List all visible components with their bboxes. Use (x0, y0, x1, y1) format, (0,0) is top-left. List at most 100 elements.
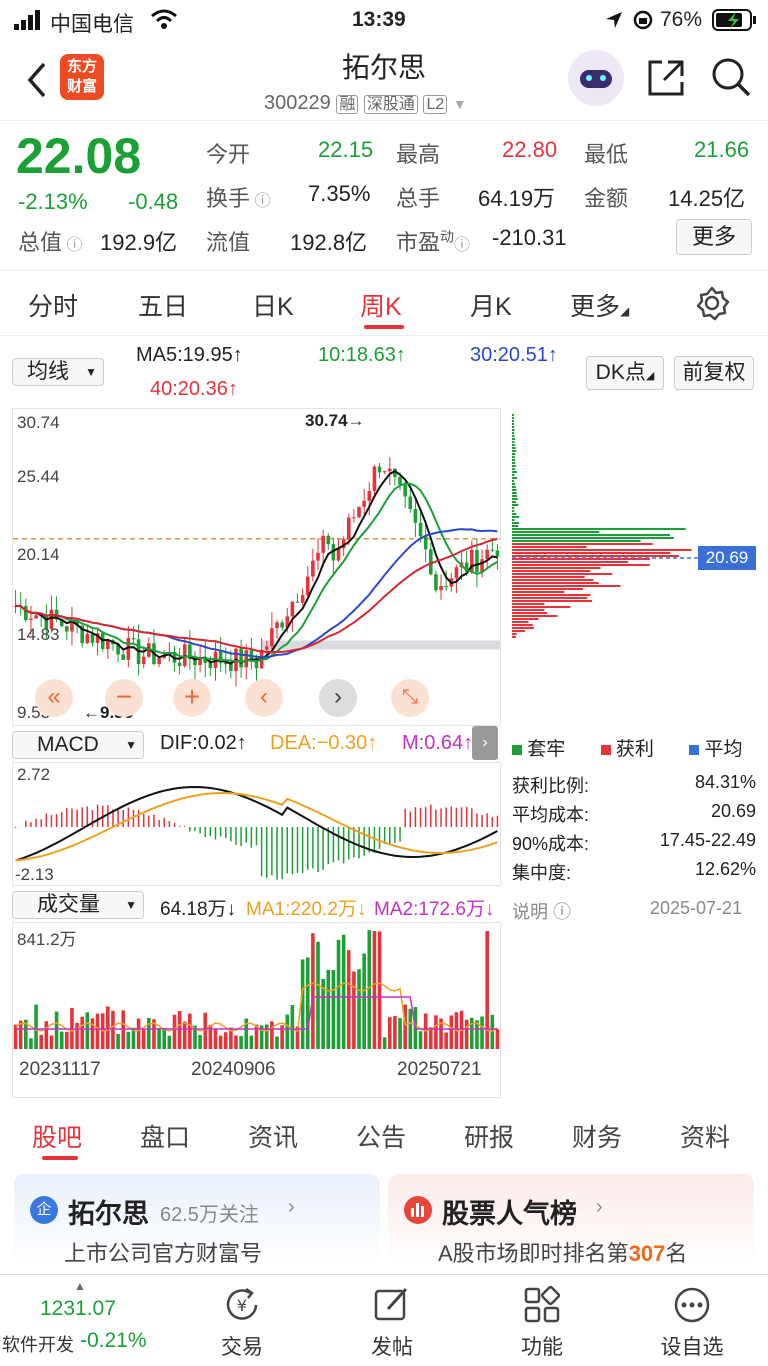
zoom-out-far-button[interactable]: « (35, 679, 73, 717)
share-icon[interactable] (646, 58, 686, 98)
tab-five-day[interactable]: 五日 (138, 287, 188, 323)
volume-bar (470, 1017, 474, 1049)
volume-bar (65, 1031, 69, 1049)
chip-bar (512, 483, 516, 485)
candle-body (413, 508, 418, 523)
chip-bar (512, 636, 516, 638)
macd-selector[interactable]: MACD ▼ (12, 731, 144, 759)
chip-bar (512, 570, 591, 572)
market-cap-label[interactable]: 总值 ⓘ (18, 225, 82, 257)
apps-icon[interactable] (522, 1285, 562, 1325)
tab-market-depth[interactable]: 盘口 (140, 1118, 190, 1154)
apps-label[interactable]: 功能 (492, 1331, 592, 1361)
search-icon[interactable] (710, 56, 752, 98)
macd-panel[interactable]: 2.72 -2.13 (12, 762, 501, 886)
volume-bar (352, 971, 356, 1049)
chip-note[interactable]: 说明 ⓘ (512, 898, 571, 924)
market-cap-value: 192.9亿 (100, 230, 178, 255)
sector-change[interactable]: -0.21% (80, 1329, 147, 1353)
tab-intraday[interactable]: 分时 (28, 287, 78, 323)
chip-bar (512, 471, 517, 473)
post-icon[interactable] (372, 1285, 412, 1325)
y-tick-2: 25.44 (17, 467, 60, 486)
level2-tag: L2 (423, 95, 448, 114)
pe-label[interactable]: 市盈动ⓘ (396, 225, 470, 257)
adjust-button[interactable]: 前复权 (674, 356, 754, 390)
tab-announcements[interactable]: 公告 (356, 1118, 406, 1154)
legend-average: 平均 (689, 739, 742, 760)
watchlist-label[interactable]: 设自选 (642, 1331, 742, 1361)
official-account-card[interactable]: 企 拓尔思 62.5万关注 › 上市公司官方财富号 (14, 1174, 380, 1268)
gear-icon[interactable] (694, 285, 730, 321)
more-dots-icon[interactable] (672, 1285, 712, 1325)
chip-bar (512, 465, 516, 467)
carrier: 中国电信 (50, 13, 134, 36)
y-tick-top: 30.74 (17, 413, 60, 432)
chip-bar (512, 417, 515, 419)
tab-finance[interactable]: 财务 (572, 1118, 622, 1154)
volume-bar (239, 1036, 243, 1049)
volume-panel[interactable]: 841.2万 20231117 20240906 20250721 (12, 922, 501, 1098)
post-label[interactable]: 发帖 (342, 1331, 442, 1361)
volume-bar (398, 1018, 402, 1049)
candle-body (429, 549, 433, 575)
chip-bar (512, 420, 515, 422)
pe-value: -210.31 (492, 225, 567, 250)
chip-bar (512, 531, 600, 533)
candle-body (352, 517, 356, 519)
stock-code-row[interactable]: 300229 融 深股通 L2 ▼ (264, 90, 467, 115)
wifi-icon (151, 9, 177, 29)
tab-research[interactable]: 研报 (464, 1118, 514, 1154)
volume-bar (490, 1014, 495, 1049)
tab-more[interactable]: 更多◢ (570, 287, 629, 323)
follower-count: 62.5万关注 (160, 1204, 259, 1226)
trade-icon[interactable]: ¥ (222, 1285, 262, 1325)
candle-body (275, 622, 279, 629)
tab-forum[interactable]: 股吧 (32, 1118, 82, 1154)
candle-body (326, 535, 331, 545)
candle-body (177, 662, 182, 666)
ma-selector[interactable]: 均线 ▼ (12, 358, 104, 386)
volume-bar (249, 1035, 254, 1049)
tab-news[interactable]: 资讯 (248, 1118, 298, 1154)
low-label: 最低 (584, 142, 629, 167)
trade-label[interactable]: 交易 (192, 1331, 292, 1361)
legend-trapped: 套牢 (512, 739, 565, 760)
sector-index-value[interactable]: 1231.07 (40, 1297, 116, 1321)
tab-profile[interactable]: 资料 (680, 1118, 730, 1154)
fullscreen-icon[interactable]: ⤡ (391, 679, 429, 717)
turnover-label[interactable]: 换手 ⓘ (206, 181, 270, 213)
chip-bar (512, 519, 515, 521)
scroll-left-button[interactable]: ‹ (245, 679, 283, 717)
chip-bar (512, 468, 515, 470)
volume-bar (418, 1031, 423, 1049)
candle-body (382, 471, 387, 473)
change-percent: -2.13% (18, 189, 88, 214)
candle-body (280, 622, 284, 628)
volume-selector[interactable]: 成交量 ▼ (12, 891, 144, 919)
quote-panel: 22.08 -2.13% -0.48 今开 22.15 最高 22.80 最低 … (0, 120, 768, 270)
chip-bar (512, 501, 516, 503)
tab-weekly-k[interactable]: 周K (360, 287, 402, 323)
chip-bar (512, 558, 650, 560)
support-band (261, 640, 500, 650)
sector-name[interactable]: 软件开发 (2, 1331, 74, 1357)
dk-point-button[interactable]: DK点◢ (586, 356, 664, 390)
tab-monthly-k[interactable]: 月K (470, 287, 512, 323)
assistant-avatar[interactable] (568, 50, 624, 106)
volume-bar (357, 969, 361, 1049)
status-bar: 中国电信 13:39 76% (0, 0, 768, 40)
zoom-out-button[interactable]: − (105, 679, 143, 717)
candle-body (254, 661, 259, 669)
macd-dif: DIF:0.02↑ (160, 732, 247, 754)
kline-panel[interactable]: 30.74 25.44 20.14 14.83 9.53 30.74→ ←9.5… (12, 408, 501, 726)
zoom-in-button[interactable]: + (173, 679, 211, 717)
tab-daily-k[interactable]: 日K (252, 287, 294, 323)
scroll-right-button[interactable]: › (319, 679, 357, 717)
candle-body (357, 506, 361, 518)
chip-bar (512, 561, 628, 563)
collapse-panel-button[interactable]: › (472, 726, 498, 760)
volume-bar (90, 1018, 95, 1049)
popularity-card[interactable]: 股票人气榜 › A股市场即时排名第307名 (388, 1174, 754, 1268)
more-button[interactable]: 更多 (676, 219, 752, 255)
